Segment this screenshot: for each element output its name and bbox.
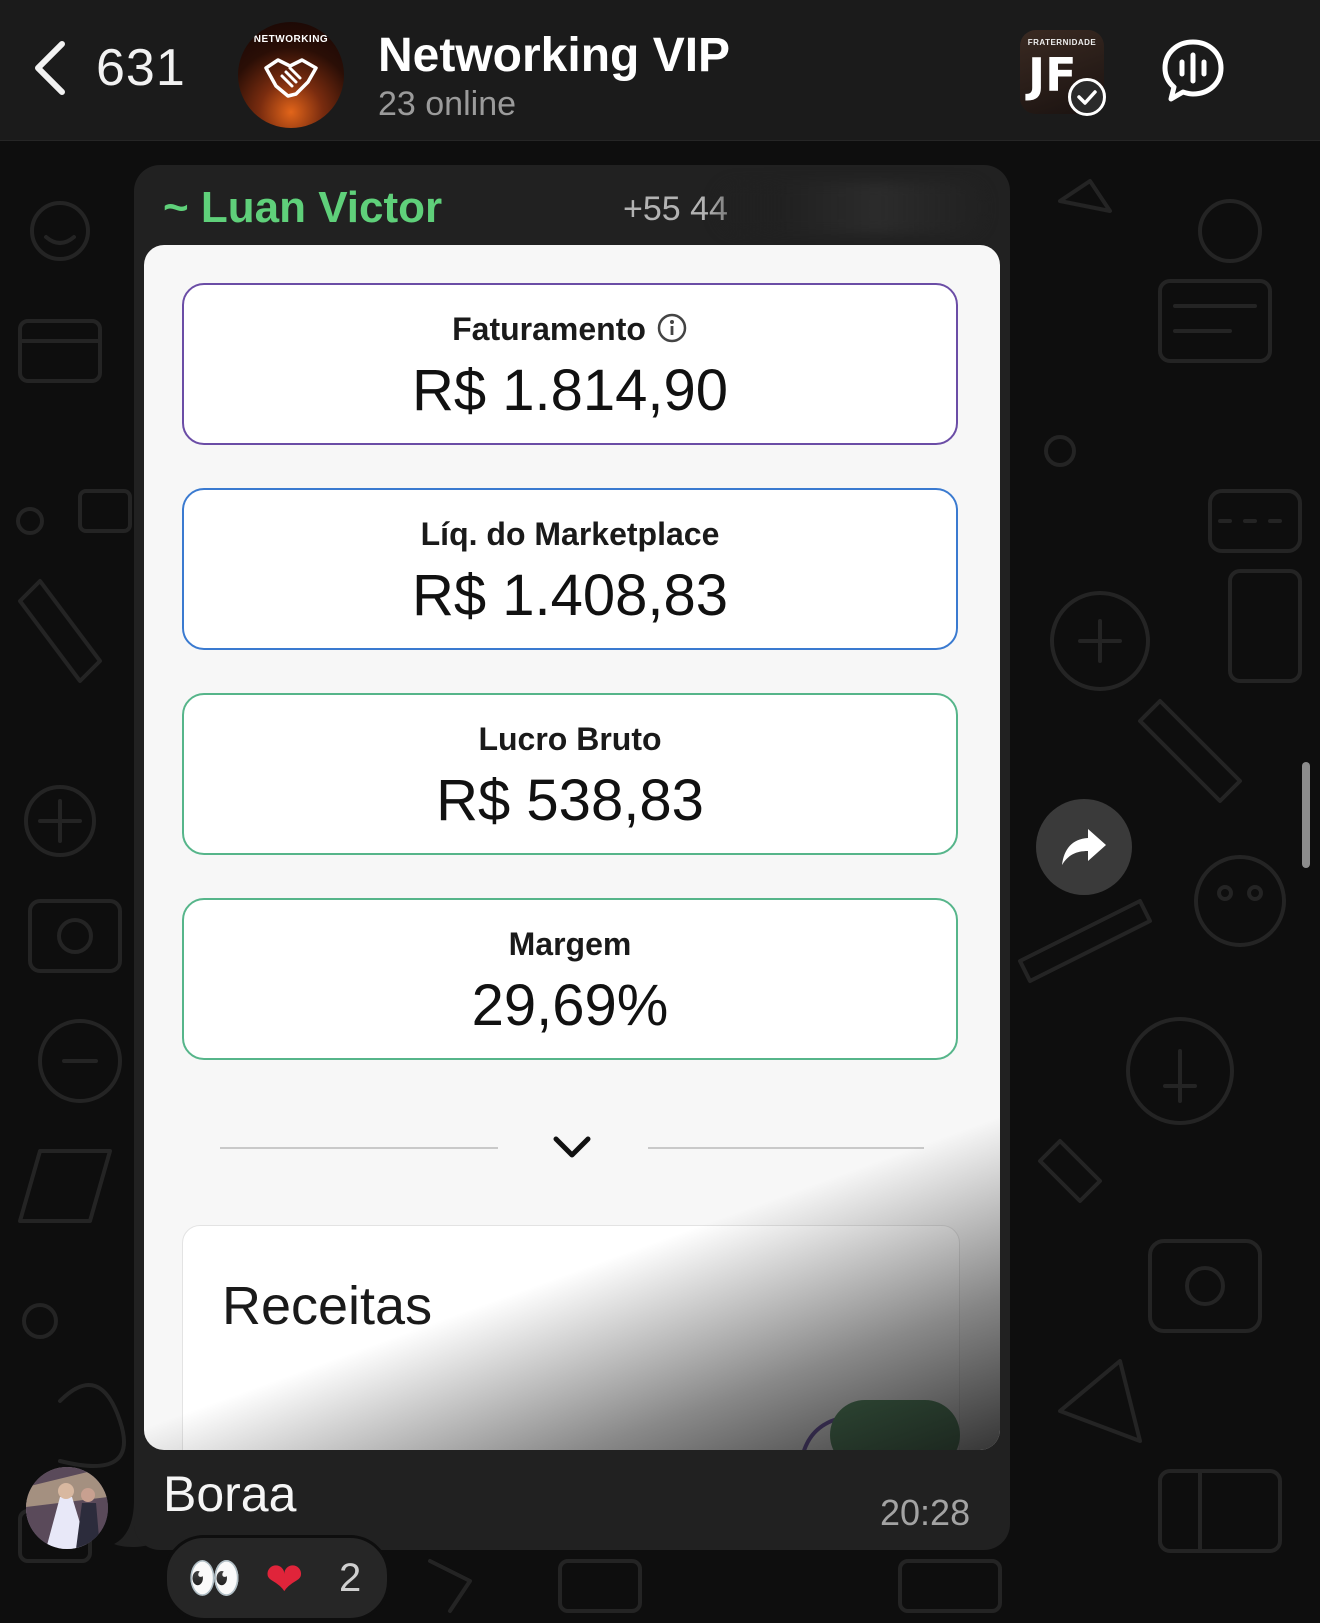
- sender-phone: +55 44: [623, 190, 728, 228]
- metric-label-text: Faturamento: [452, 311, 646, 347]
- group-avatar-label: NETWORKING: [253, 34, 329, 45]
- voice-chat-button[interactable]: [1160, 38, 1226, 109]
- metric-label: Faturamento: [184, 311, 956, 347]
- online-status: 23 online: [378, 85, 517, 123]
- handshake-icon: [264, 58, 318, 98]
- reactions-bar[interactable]: 👀 ❤ 2: [164, 1535, 390, 1621]
- metric-card-faturamento: Faturamento R$ 1.814,90: [182, 283, 958, 445]
- voice-chat-icon: [1162, 39, 1224, 102]
- metric-label: Margem: [508, 926, 632, 962]
- green-button-fragment: [830, 1400, 960, 1450]
- forward-arrow-icon: [1062, 829, 1106, 865]
- unread-count: 631: [96, 39, 186, 97]
- community-badge-subtitle: FRATERNIDADE: [1027, 38, 1097, 47]
- metric-card-lucro-bruto: Lucro Bruto R$ 538,83: [182, 693, 958, 855]
- sender-avatar[interactable]: [26, 1467, 108, 1549]
- eyes-reaction[interactable]: 👀: [187, 1552, 242, 1604]
- chevron-down-icon: [553, 1136, 591, 1158]
- scrollbar-thumb[interactable]: [1302, 762, 1310, 868]
- metric-label: Líq. do Marketplace: [420, 516, 720, 552]
- message-photo[interactable]: Faturamento R$ 1.814,90 Líq. do Marketpl…: [144, 245, 1000, 1450]
- message-time: 20:28: [880, 1492, 971, 1533]
- sender-name[interactable]: ~ Luan Victor: [163, 183, 442, 233]
- divider-left: [220, 1147, 498, 1149]
- metric-value: 29,69%: [471, 973, 669, 1038]
- forward-button[interactable]: [1036, 799, 1132, 895]
- group-title: Networking VIP: [378, 29, 731, 82]
- back-button[interactable]: 631: [30, 38, 186, 98]
- group-avatar[interactable]: NETWORKING: [238, 22, 344, 128]
- avatar-photo: [26, 1467, 108, 1549]
- receitas-title: Receitas: [222, 1276, 433, 1336]
- metric-value: R$ 1.814,90: [411, 358, 729, 423]
- reaction-count: 2: [339, 1556, 362, 1600]
- phone-redaction: [715, 182, 985, 234]
- chevron-left-icon: [35, 41, 65, 95]
- metric-value: R$ 538,83: [436, 768, 704, 833]
- metric-label: Lucro Bruto: [478, 721, 662, 757]
- metric-value: R$ 1.408,83: [411, 563, 729, 628]
- heart-reaction[interactable]: ❤: [265, 1552, 304, 1606]
- message-text: Boraa: [163, 1466, 297, 1522]
- chat-header: 631 NETWORKING Networking VIP 23 online …: [0, 0, 1320, 141]
- verified-check-icon: [1068, 78, 1106, 116]
- info-icon: [657, 313, 687, 343]
- metric-card-liquido-marketplace: Líq. do Marketplace R$ 1.408,83: [182, 488, 958, 650]
- divider-right: [648, 1147, 924, 1149]
- chat-title-block[interactable]: Networking VIP 23 online: [378, 28, 730, 124]
- metric-card-margem: Margem 29,69%: [182, 898, 958, 1060]
